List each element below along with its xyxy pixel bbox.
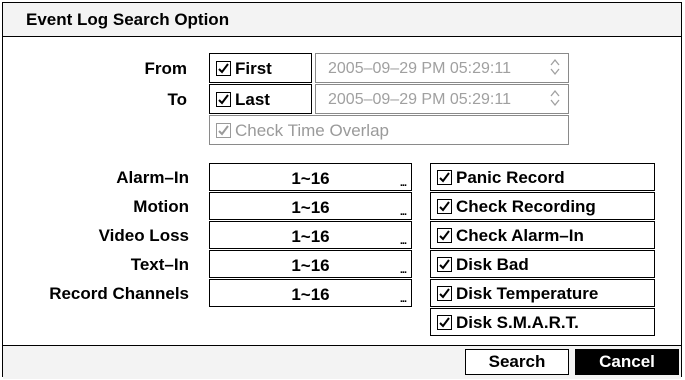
check-icon bbox=[439, 317, 450, 328]
check-icon bbox=[439, 288, 450, 299]
ellipsis-icon[interactable]: ... bbox=[400, 207, 407, 218]
check-alarm-in-label: Check Alarm–In bbox=[456, 226, 584, 245]
event-log-search-dialog: Event Log Search Option From First 2005–… bbox=[2, 2, 682, 379]
check-alarm-in-checkbox[interactable] bbox=[437, 228, 452, 243]
motion-value: 1~16 bbox=[291, 198, 330, 217]
disk-temperature-label: Disk Temperature bbox=[456, 284, 599, 303]
text-in-label: Text–In bbox=[130, 255, 189, 274]
overlap-checkbox[interactable] bbox=[216, 123, 231, 138]
to-last-toggle[interactable]: Last bbox=[209, 84, 312, 114]
to-label: To bbox=[167, 90, 187, 109]
first-checkbox[interactable] bbox=[216, 61, 231, 76]
video-loss-field[interactable]: 1~16 ... bbox=[209, 221, 412, 249]
spin-updown-icon[interactable] bbox=[550, 57, 560, 77]
video-loss-value: 1~16 bbox=[291, 227, 330, 246]
panic-record-checkbox[interactable] bbox=[437, 170, 452, 185]
record-channels-field[interactable]: 1~16 ... bbox=[209, 279, 412, 307]
title-bar: Event Log Search Option bbox=[3, 3, 681, 37]
ellipsis-icon[interactable]: ... bbox=[400, 294, 407, 305]
motion-field[interactable]: 1~16 ... bbox=[209, 192, 412, 220]
search-button[interactable]: Search bbox=[465, 349, 569, 375]
check-recording-label: Check Recording bbox=[456, 197, 596, 216]
record-channels-value: 1~16 bbox=[291, 285, 330, 304]
motion-label: Motion bbox=[133, 197, 189, 216]
ellipsis-icon[interactable]: ... bbox=[400, 265, 407, 276]
disk-smart-label: Disk S.M.A.R.T. bbox=[456, 313, 579, 332]
first-label: First bbox=[235, 59, 272, 78]
button-bar: Search Cancel bbox=[3, 345, 681, 379]
disk-bad-checkbox[interactable] bbox=[437, 257, 452, 272]
check-recording-toggle[interactable]: Check Recording bbox=[430, 192, 655, 220]
video-loss-label: Video Loss bbox=[98, 226, 189, 245]
disk-smart-toggle[interactable]: Disk S.M.A.R.T. bbox=[430, 308, 655, 336]
check-icon bbox=[439, 201, 450, 212]
cancel-button[interactable]: Cancel bbox=[575, 349, 679, 375]
alarm-in-label: Alarm–In bbox=[116, 168, 189, 187]
last-checkbox[interactable] bbox=[216, 92, 231, 107]
record-channels-label: Record Channels bbox=[49, 284, 189, 303]
check-icon bbox=[439, 172, 450, 183]
check-recording-checkbox[interactable] bbox=[437, 199, 452, 214]
alarm-in-field[interactable]: 1~16 ... bbox=[209, 163, 412, 191]
disk-bad-label: Disk Bad bbox=[456, 255, 529, 274]
check-icon bbox=[218, 63, 229, 74]
check-icon bbox=[439, 259, 450, 270]
check-time-overlap-toggle[interactable]: Check Time Overlap bbox=[209, 115, 569, 145]
disk-temperature-checkbox[interactable] bbox=[437, 286, 452, 301]
text-in-field[interactable]: 1~16 ... bbox=[209, 250, 412, 278]
from-first-toggle[interactable]: First bbox=[209, 53, 312, 83]
check-alarm-in-toggle[interactable]: Check Alarm–In bbox=[430, 221, 655, 249]
dialog-title: Event Log Search Option bbox=[26, 10, 230, 29]
last-label: Last bbox=[235, 90, 270, 109]
check-icon bbox=[218, 94, 229, 105]
to-datetime-field[interactable]: 2005–09–29 PM 05:29:11 bbox=[315, 84, 569, 114]
from-datetime-field[interactable]: 2005–09–29 PM 05:29:11 bbox=[315, 53, 569, 83]
disk-temperature-toggle[interactable]: Disk Temperature bbox=[430, 279, 655, 307]
panic-record-label: Panic Record bbox=[456, 168, 565, 187]
ellipsis-icon[interactable]: ... bbox=[400, 236, 407, 247]
disk-smart-checkbox[interactable] bbox=[437, 315, 452, 330]
alarm-in-value: 1~16 bbox=[291, 169, 330, 188]
text-in-value: 1~16 bbox=[291, 256, 330, 275]
to-datetime-value: 2005–09–29 PM 05:29:11 bbox=[328, 91, 511, 108]
from-datetime-value: 2005–09–29 PM 05:29:11 bbox=[328, 60, 511, 77]
check-icon bbox=[439, 230, 450, 241]
ellipsis-icon[interactable]: ... bbox=[400, 178, 407, 189]
spin-updown-icon[interactable] bbox=[550, 88, 560, 108]
check-icon bbox=[218, 125, 229, 136]
panic-record-toggle[interactable]: Panic Record bbox=[430, 163, 655, 191]
overlap-label: Check Time Overlap bbox=[235, 121, 389, 140]
disk-bad-toggle[interactable]: Disk Bad bbox=[430, 250, 655, 278]
from-label: From bbox=[144, 59, 188, 78]
